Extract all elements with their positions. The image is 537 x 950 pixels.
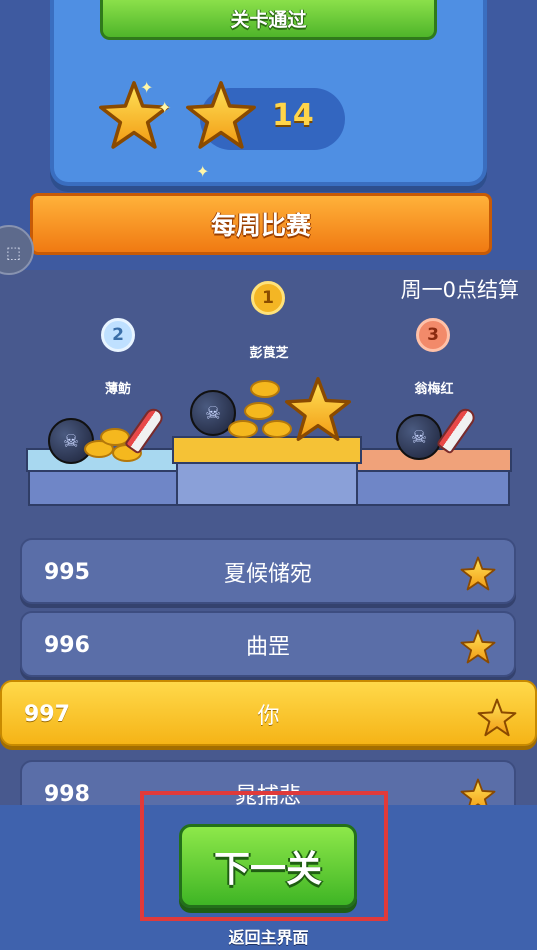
podium-second-name: 薄鲂 <box>104 382 131 397</box>
star-icon <box>460 556 496 592</box>
ranking-row: 996 曲罡 <box>20 611 516 677</box>
return-main-link[interactable]: 返回主界面 <box>0 924 537 948</box>
coin-icon <box>244 402 274 420</box>
settlement-note: 周一0点结算 <box>400 278 519 302</box>
earned-star-icon <box>185 80 257 152</box>
bomb-icon: ☠ <box>396 414 442 460</box>
level-complete-ribbon: 关卡通过 <box>100 0 437 40</box>
medal-third: 3 <box>416 318 450 352</box>
podium-third-name: 翁梅红 <box>414 382 454 397</box>
next-level-label: 下一关 <box>213 849 322 890</box>
star-icon <box>460 629 496 665</box>
podium-first-base <box>176 460 358 506</box>
coin-icon <box>228 420 258 438</box>
ranking-row-self: 997 你 <box>0 680 537 746</box>
next-level-button[interactable]: 下一关 <box>179 824 357 908</box>
row-player-name: 曲罡 <box>245 635 290 660</box>
podium-third-base <box>354 470 510 506</box>
weekly-contest-title: 每周比赛 <box>210 211 311 240</box>
ranking-row: 995 夏候储宛 <box>20 538 516 604</box>
score-value: 14 <box>272 98 314 133</box>
coin-icon <box>250 380 280 398</box>
weekly-contest-banner: 每周比赛 <box>13 193 509 256</box>
podium-first-name: 彭莨芝 <box>249 346 289 361</box>
medal-first: 1 <box>251 281 285 315</box>
row-player-name: 夏候储宛 <box>223 562 312 587</box>
level-complete-title: 关卡通过 <box>230 9 307 31</box>
gamepad-icon: ⬚ <box>6 243 22 262</box>
podium-second-base <box>28 470 178 506</box>
bomb-icon: ☠ <box>48 418 94 464</box>
star-reward-icon <box>282 376 354 444</box>
row-player-name: 你 <box>257 704 280 729</box>
medal-second: 2 <box>101 318 135 352</box>
star-icon <box>477 698 517 738</box>
sparkle-icon: ✦ <box>140 78 154 97</box>
sparkle-icon: ✦ <box>196 162 210 181</box>
sparkle-icon: ✦ <box>158 98 172 117</box>
